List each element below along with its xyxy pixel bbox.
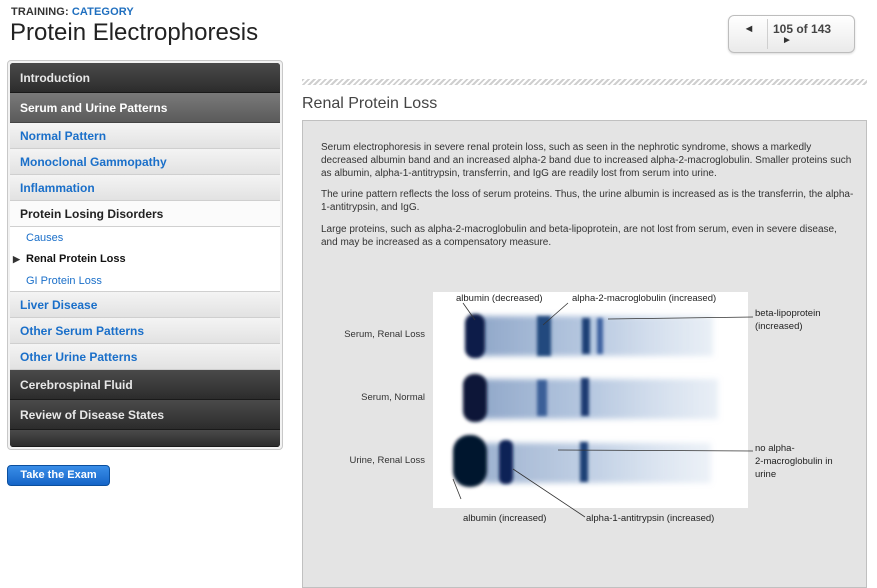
next-page-button[interactable]: ► bbox=[782, 35, 798, 47]
sidebar-item-other-serum-patterns[interactable]: Other Serum Patterns bbox=[10, 318, 280, 344]
sidebar-menu: Introduction Serum and Urine Patterns No… bbox=[10, 63, 280, 447]
annotation-no-alpha-2-line1: no alpha- bbox=[755, 443, 795, 454]
breadcrumb-prefix: TRAINING: bbox=[11, 6, 72, 18]
sidebar-item-other-urine-patterns[interactable]: Other Urine Patterns bbox=[10, 344, 280, 370]
page-navigator: ◄ 105 of 143 ► bbox=[728, 15, 855, 53]
section-title: Renal Protein Loss bbox=[302, 95, 438, 112]
content-panel: Serum electrophoresis in severe renal pr… bbox=[302, 120, 867, 588]
annotation-no-alpha-2-line3: urine bbox=[755, 469, 777, 480]
annotation-albumin-increased: albumin (increased) bbox=[463, 513, 547, 524]
section-divider bbox=[302, 79, 867, 85]
sidebar-subitem-renal-protein-loss[interactable]: ▶ Renal Protein Loss bbox=[10, 249, 280, 270]
annotation-alpha-1-antitrypsin-increased: alpha-1-antitrypsin (increased) bbox=[586, 513, 715, 524]
sidebar-item-inflammation[interactable]: Inflammation bbox=[10, 175, 280, 201]
annotation-alpha-2-macroglobulin-increased: alpha-2-macroglobulin (increased) bbox=[572, 293, 717, 304]
page-title: Protein Electrophoresis bbox=[10, 19, 259, 46]
sidebar-item-normal-pattern[interactable]: Normal Pattern bbox=[10, 123, 280, 149]
annotation-no-alpha-2-line2: 2-macroglobulin in bbox=[755, 456, 833, 467]
arrow-left-icon: ◄ bbox=[743, 23, 755, 35]
previous-page-button[interactable]: ◄ bbox=[735, 20, 763, 40]
arrow-right-icon: ► bbox=[782, 35, 792, 46]
page-count: 105 of 143 bbox=[773, 22, 832, 36]
sidebar-item-protein-losing-disorders[interactable]: Protein Losing Disorders bbox=[10, 201, 280, 227]
annotation-beta-lipoprotein-line2: (increased) bbox=[755, 321, 803, 332]
sidebar: Introduction Serum and Urine Patterns No… bbox=[7, 60, 283, 450]
annotation-albumin-decreased: albumin (decreased) bbox=[456, 293, 543, 304]
sidebar-item-cerebrospinal-fluid[interactable]: Cerebrospinal Fluid bbox=[10, 370, 280, 400]
sidebar-item-review-of-disease-states[interactable]: Review of Disease States bbox=[10, 400, 280, 430]
sidebar-item-monoclonal-gammopathy[interactable]: Monoclonal Gammopathy bbox=[10, 149, 280, 175]
breadcrumb-category-link[interactable]: CATEGORY bbox=[72, 6, 134, 18]
sidebar-subitem-causes[interactable]: Causes bbox=[10, 227, 280, 249]
current-page-marker-icon: ▶ bbox=[13, 254, 20, 264]
sidebar-footer bbox=[10, 430, 280, 447]
sidebar-item-serum-and-urine-patterns[interactable]: Serum and Urine Patterns bbox=[10, 93, 280, 123]
annotation-beta-lipoprotein-line1: beta-lipoprotein bbox=[755, 308, 821, 319]
pager-divider bbox=[767, 19, 768, 49]
take-the-exam-button[interactable]: Take the Exam bbox=[7, 465, 110, 486]
sidebar-item-introduction[interactable]: Introduction bbox=[10, 63, 280, 93]
sidebar-item-liver-disease[interactable]: Liver Disease bbox=[10, 292, 280, 318]
breadcrumb: TRAINING: CATEGORY bbox=[11, 6, 134, 18]
sidebar-subitem-gi-protein-loss[interactable]: GI Protein Loss bbox=[10, 270, 280, 292]
sidebar-subitem-label: Renal Protein Loss bbox=[26, 253, 126, 265]
